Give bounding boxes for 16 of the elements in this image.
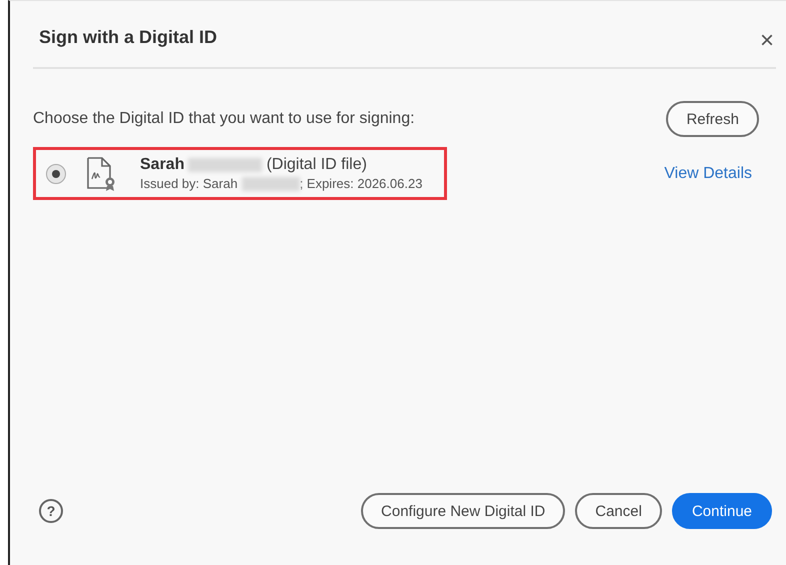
close-button[interactable]: × (758, 27, 776, 55)
refresh-button[interactable]: Refresh (666, 101, 759, 137)
dialog-title: Sign with a Digital ID (39, 26, 218, 48)
instruction-text: Choose the Digital ID that you want to use for signing: (33, 110, 415, 128)
dialog-button[interactable]: Configure New Digital ID (361, 493, 566, 529)
issuer-text: Issued by: Sarah (140, 176, 238, 191)
id-type: (Digital ID file) (266, 156, 367, 174)
id-name: Sarah (140, 156, 184, 174)
continue-button[interactable]: Continue (672, 493, 772, 529)
certificate-file-icon (86, 156, 116, 190)
radio-button[interactable] (46, 164, 66, 184)
redacted-surname (242, 176, 300, 190)
help-button[interactable]: ? (39, 499, 63, 523)
dialog-button[interactable]: Cancel (575, 493, 662, 529)
view-details-link[interactable]: View Details (664, 164, 752, 182)
expiry-text: ; Expires: 2026.06.23 (300, 176, 422, 191)
